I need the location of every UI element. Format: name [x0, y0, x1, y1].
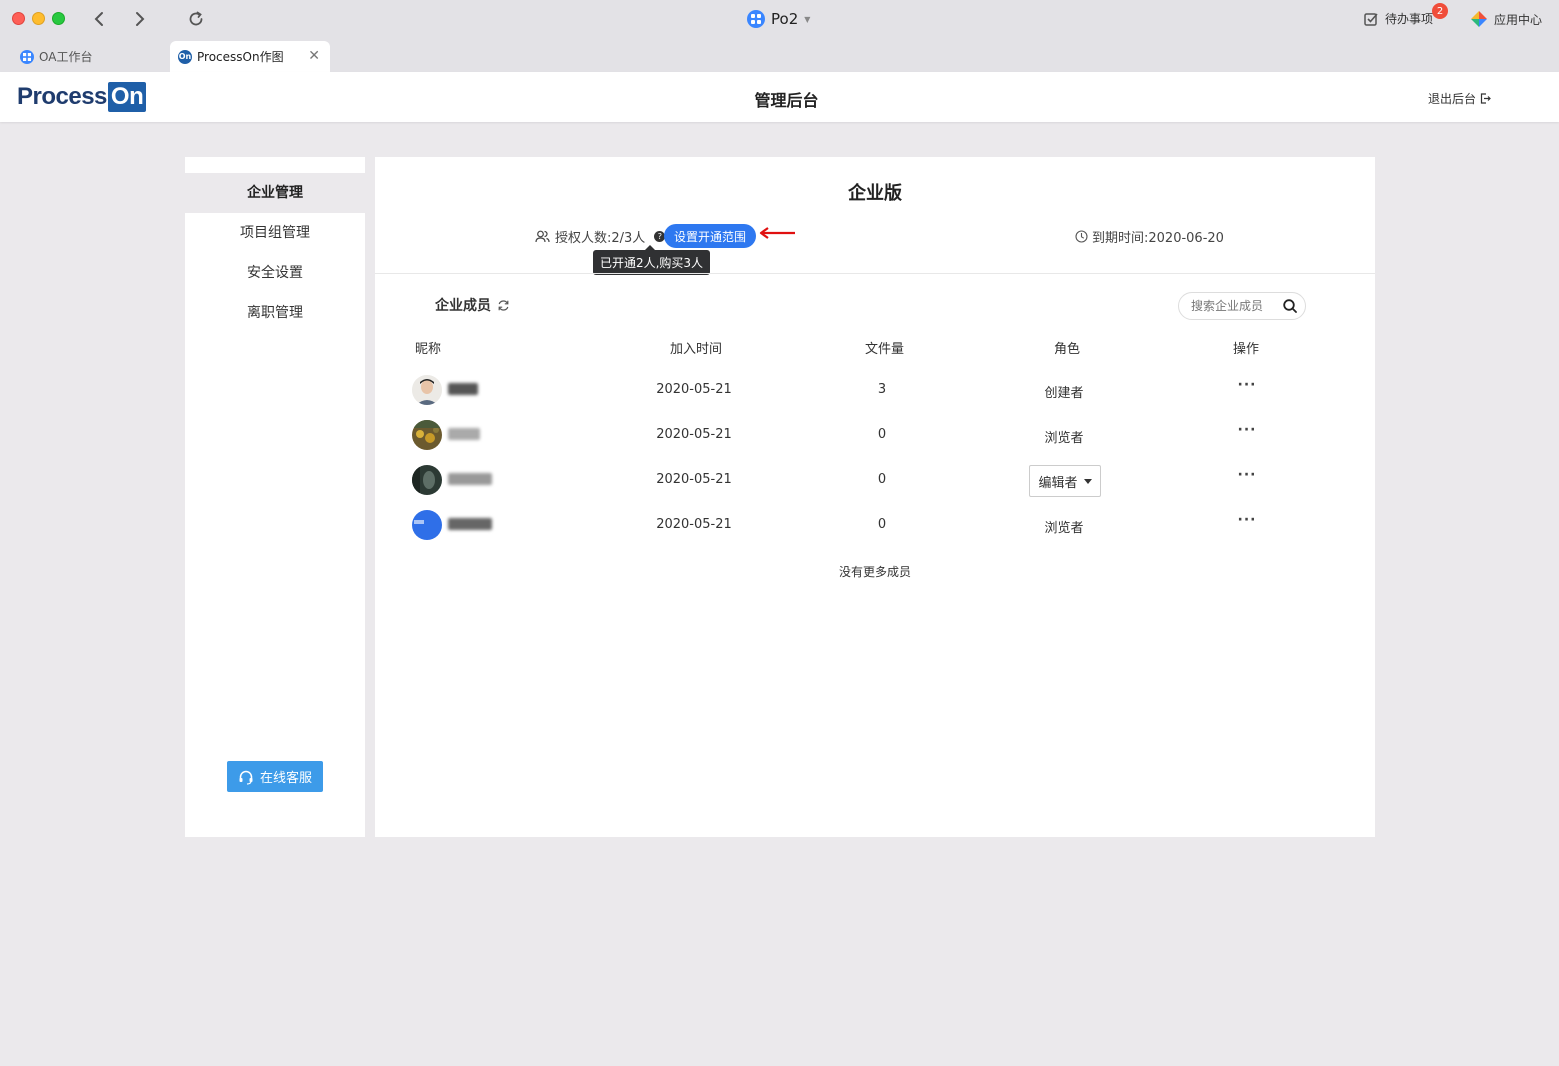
- column-header-nickname: 昵称: [415, 342, 442, 357]
- edition-title: 企业版: [848, 183, 902, 204]
- avatar: [412, 375, 442, 405]
- expiry-text: 到期时间:2020-06-20: [1092, 231, 1224, 246]
- todo-label: 待办事项: [1385, 12, 1434, 26]
- file-count: 0: [877, 472, 887, 487]
- headset-icon: [239, 770, 253, 785]
- app-center-label: 应用中心: [1494, 12, 1543, 27]
- set-scope-button[interactable]: 设置开通范围: [664, 224, 756, 248]
- sidebar: 企业管理 项目组管理 安全设置 离职管理 在线客服: [185, 157, 365, 837]
- sidebar-item-project-groups[interactable]: 项目组管理: [185, 213, 365, 253]
- table-row: 2020-05-21 0 浏览者 ···: [375, 503, 1375, 548]
- maximize-window-button[interactable]: [52, 12, 65, 25]
- more-actions-button[interactable]: ···: [1235, 512, 1259, 528]
- exit-icon: [1480, 93, 1491, 104]
- page-title: 管理后台: [754, 91, 819, 110]
- tab-label: ProcessOn作图: [197, 50, 284, 64]
- caret-down-icon: [1083, 478, 1092, 484]
- checkbox-icon: [1364, 12, 1378, 26]
- clock-icon: [1075, 230, 1088, 243]
- close-window-button[interactable]: [12, 12, 25, 25]
- main-panel: 企业版 授权人数:2/3人 ? 设置开通范围 已开通2人,购买3人 到期时间:2…: [375, 157, 1375, 837]
- tab-bar: OA工作台 On ProcessOn作图 ✕: [0, 38, 1559, 72]
- todo-button[interactable]: 待办事项: [1363, 10, 1433, 27]
- logout-label: 退出后台: [1428, 92, 1477, 106]
- member-role: 创建者: [1044, 386, 1084, 401]
- member-role: 浏览者: [1044, 431, 1084, 446]
- sidebar-item-enterprise[interactable]: 企业管理: [185, 173, 365, 213]
- app-grid-icon: [747, 10, 765, 28]
- avatar: [412, 465, 442, 495]
- role-select-value: 编辑者: [1038, 475, 1078, 491]
- members-title-text: 企业成员: [435, 298, 491, 314]
- users-icon: [535, 230, 550, 243]
- app-center-icon: [1471, 11, 1487, 27]
- tab-label: OA工作台: [39, 50, 93, 64]
- forward-button[interactable]: [129, 8, 151, 30]
- caret-down-icon: ▼: [804, 14, 811, 24]
- join-date: 2020-05-21: [656, 517, 732, 532]
- avatar: [412, 420, 442, 450]
- more-actions-button[interactable]: ···: [1235, 377, 1259, 393]
- license-count: 授权人数:2/3人 ?: [535, 227, 666, 246]
- members-title: 企业成员: [435, 295, 510, 315]
- column-header-join-time: 加入时间: [670, 342, 723, 357]
- join-date: 2020-05-21: [656, 382, 732, 397]
- app-grid-icon: [20, 49, 34, 64]
- reload-button[interactable]: [185, 8, 207, 30]
- file-count: 3: [877, 382, 887, 397]
- role-select[interactable]: 编辑者: [1029, 465, 1101, 497]
- member-name-redacted: [448, 518, 492, 530]
- refresh-icon[interactable]: [497, 299, 510, 312]
- more-actions-button[interactable]: ···: [1235, 422, 1259, 438]
- tab-oa[interactable]: OA工作台: [12, 41, 100, 72]
- sidebar-item-departures[interactable]: 离职管理: [185, 293, 365, 333]
- join-date: 2020-05-21: [656, 472, 732, 487]
- expiry-date: 到期时间:2020-06-20: [1075, 227, 1224, 246]
- table-row: 2020-05-21 0 浏览者 ···: [375, 413, 1375, 458]
- license-tooltip: 已开通2人,购买3人: [593, 245, 710, 275]
- column-header-file-count: 文件量: [865, 342, 905, 357]
- window-title[interactable]: Po2 ▼: [747, 9, 810, 29]
- member-name-redacted: [448, 428, 480, 440]
- file-count: 0: [877, 517, 887, 532]
- more-actions-button[interactable]: ···: [1235, 467, 1259, 483]
- sidebar-item-security[interactable]: 安全设置: [185, 253, 365, 293]
- minimize-window-button[interactable]: [32, 12, 45, 25]
- table-row: 2020-05-21 0 编辑者 ···: [375, 458, 1375, 503]
- license-count-text: 授权人数:2/3人: [555, 231, 646, 246]
- chevron-right-icon: [136, 12, 145, 26]
- window-title-text: Po2: [771, 10, 799, 28]
- member-name-redacted: [448, 473, 492, 485]
- chevron-left-icon: [94, 12, 103, 26]
- member-search: [1178, 292, 1306, 320]
- processon-logo-icon: On: [178, 49, 192, 64]
- app-center-button[interactable]: 应用中心: [1470, 10, 1542, 28]
- logout-button[interactable]: 退出后台: [1428, 90, 1491, 107]
- join-date: 2020-05-21: [656, 427, 732, 442]
- window-titlebar: Po2 ▼ 待办事项 2 应用中心: [0, 0, 1559, 38]
- column-header-role: 角色: [1054, 342, 1081, 357]
- column-header-actions: 操作: [1233, 342, 1260, 357]
- member-search-input[interactable]: [1191, 299, 1279, 313]
- annotation-arrow-icon: [759, 227, 795, 239]
- online-service-label: 在线客服: [259, 771, 312, 786]
- back-button[interactable]: [88, 8, 110, 30]
- divider: [375, 273, 1375, 274]
- app-header: Process On 管理后台 退出后台: [0, 72, 1559, 122]
- reload-icon: [189, 11, 203, 26]
- no-more-members: 没有更多成员: [838, 565, 911, 579]
- search-icon[interactable]: [1283, 299, 1297, 313]
- table-row: 2020-05-21 3 创建者 ···: [375, 368, 1375, 413]
- online-service-button[interactable]: 在线客服: [227, 761, 323, 792]
- close-tab-icon[interactable]: ✕: [308, 48, 320, 64]
- todo-badge: 2: [1432, 3, 1448, 19]
- member-name-redacted: [448, 383, 478, 395]
- file-count: 0: [877, 427, 887, 442]
- avatar: [412, 510, 442, 540]
- tab-processon[interactable]: On ProcessOn作图 ✕: [170, 41, 330, 72]
- member-role: 浏览者: [1044, 521, 1084, 536]
